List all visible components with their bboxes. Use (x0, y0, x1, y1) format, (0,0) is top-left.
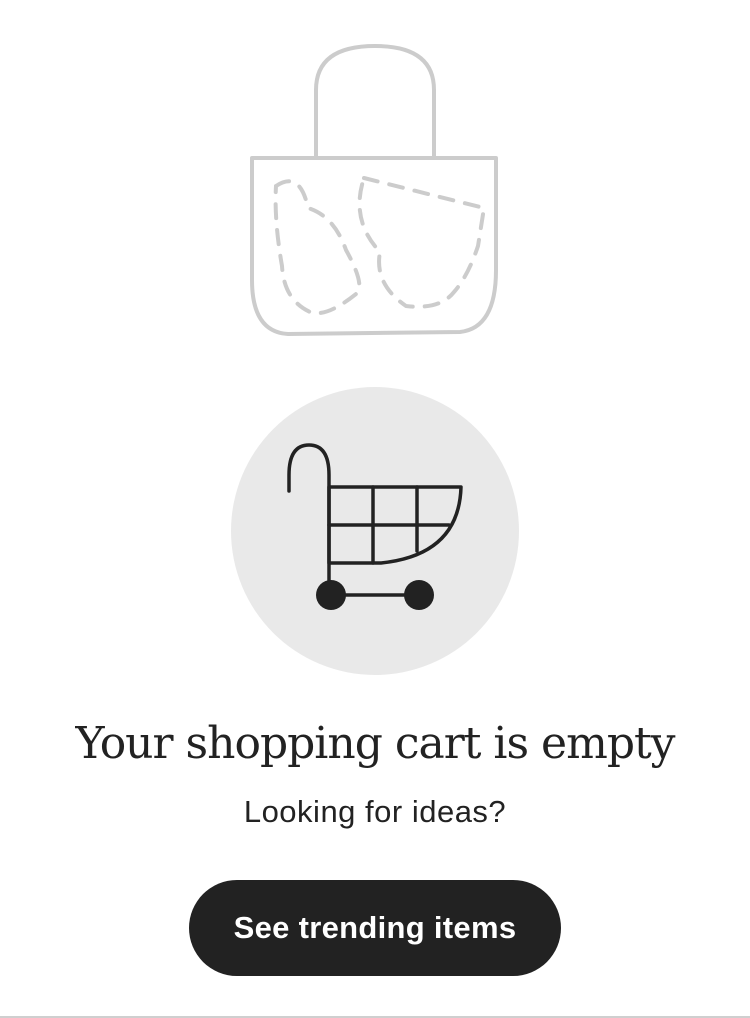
cart-badge (231, 387, 519, 675)
empty-cart-title: Your shopping cart is empty (75, 718, 675, 769)
empty-cart-subtitle: Looking for ideas? (243, 794, 507, 829)
empty-bag-illustration-icon (230, 30, 520, 350)
shopping-cart-icon (287, 443, 463, 610)
see-trending-items-label: See trending items (233, 910, 517, 945)
see-trending-items-button[interactable]: See trending items (189, 880, 561, 976)
